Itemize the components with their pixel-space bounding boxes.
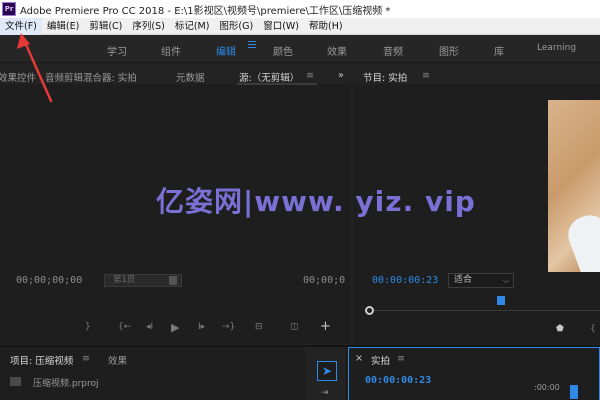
annotation-arrow-icon: [17, 33, 53, 103]
premiere-window: Pr Adobe Premiere Pro CC 2018 - E:\1影视区\…: [0, 0, 600, 400]
